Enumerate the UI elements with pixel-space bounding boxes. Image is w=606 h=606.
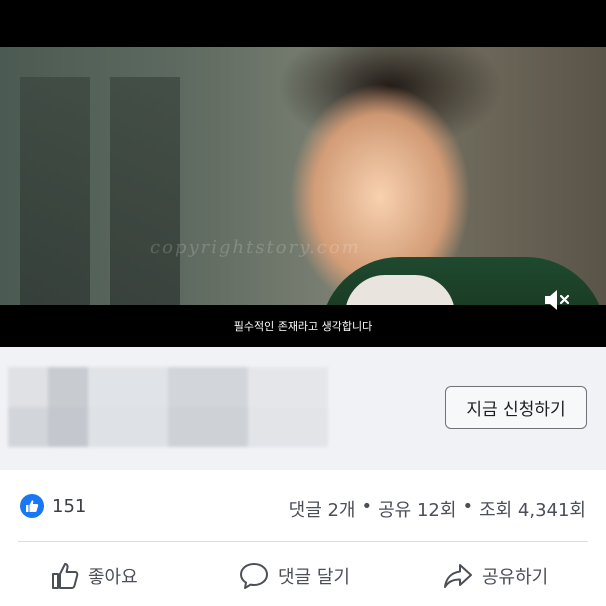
thumbs-up-icon [52, 563, 79, 589]
share-arrow-icon [444, 564, 472, 588]
video-player[interactable]: copyrightstory.com 필수적인 존재라고 생각합니다 [0, 0, 606, 347]
comment-count[interactable]: 댓글 2개 [289, 496, 356, 522]
comment-button[interactable]: 댓글 달기 [238, 558, 350, 594]
engagement-stats: 151 댓글 2개 • 공유 12회 • 조회 4,341회 [0, 470, 606, 542]
like-count[interactable]: 151 [52, 496, 86, 517]
video-subtitle: 필수적인 존재라고 생각합니다 [233, 320, 373, 333]
like-button[interactable]: 좋아요 [50, 558, 138, 594]
separator-dot: • [462, 496, 474, 517]
view-count: 조회 4,341회 [479, 500, 586, 521]
share-count[interactable]: 공유 12회 [378, 496, 456, 522]
comment-label: 댓글 달기 [278, 567, 350, 588]
share-label: 공유하기 [482, 567, 549, 588]
background-pillar [20, 77, 90, 305]
comment-bubble-icon [240, 563, 268, 589]
video-frame[interactable]: copyrightstory.com [0, 47, 606, 305]
separator-dot: • [361, 496, 373, 517]
divider [18, 541, 588, 542]
apply-now-button[interactable]: 지금 신청하기 [445, 386, 587, 429]
action-bar: 좋아요 댓글 달기 공유하기 [0, 548, 606, 606]
thumbs-up-badge-icon [20, 494, 44, 518]
share-button[interactable]: 공유하기 [442, 558, 548, 594]
blurred-ad-text [8, 367, 328, 447]
stats-summary: 댓글 2개 • 공유 12회 • 조회 4,341회 [289, 496, 586, 522]
video-watermark: copyrightstory.com [150, 237, 361, 258]
like-label: 좋아요 [88, 567, 138, 588]
background-pillar [110, 77, 180, 305]
ad-bar: 지금 신청하기 [0, 347, 606, 470]
